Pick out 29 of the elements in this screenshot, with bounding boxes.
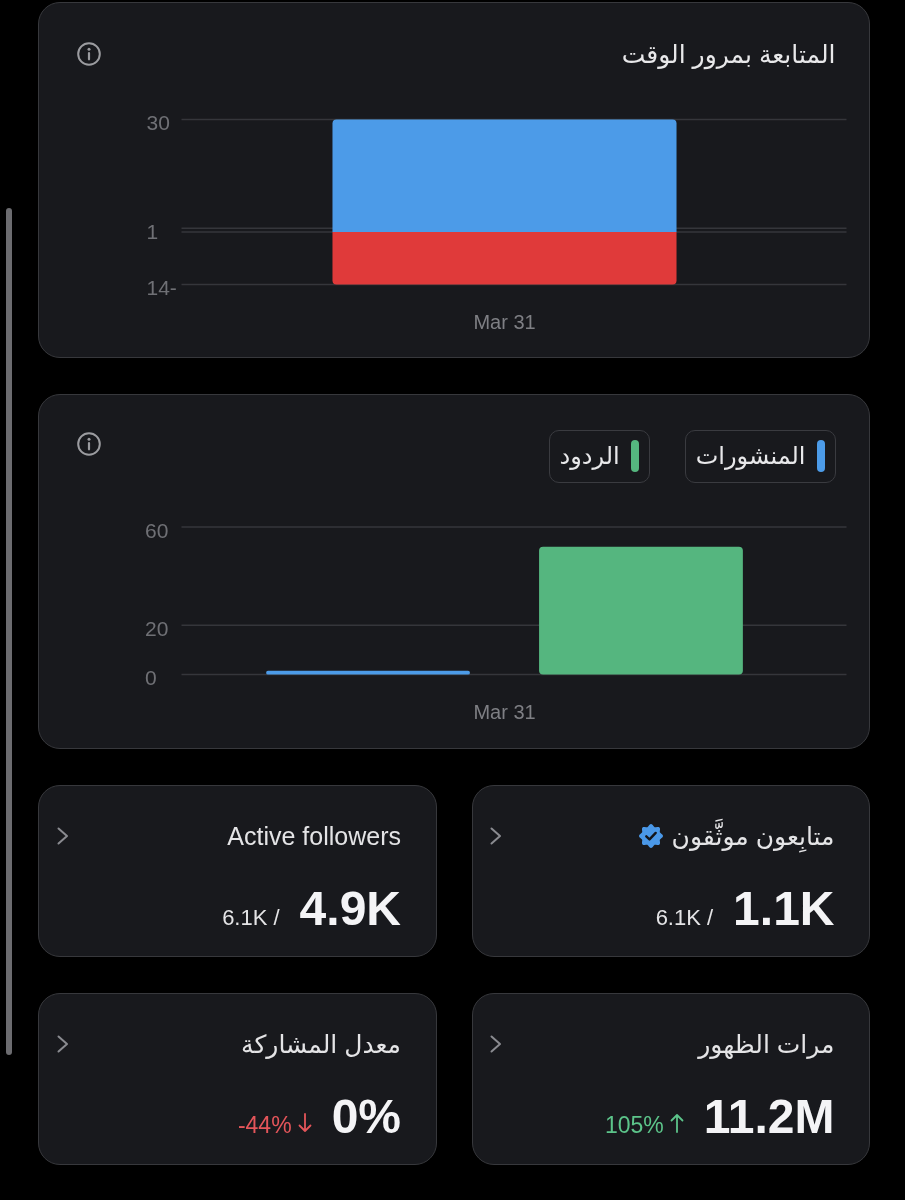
legend-item[interactable]: الردود (548, 429, 650, 483)
chart-title: المتابعة بمرور الوقت (621, 39, 836, 69)
stat-title: مرات الظهور (698, 1029, 835, 1059)
stat-value: 4.9K (299, 885, 401, 933)
stat-value: 11.2M (703, 1093, 835, 1141)
chevron-right-icon[interactable] (490, 827, 502, 845)
chevron-right-icon[interactable] (490, 1035, 502, 1053)
stat-total: 6.1K / (222, 907, 280, 929)
y-axis-label: 60 (145, 518, 169, 541)
stat-value: 0% (331, 1093, 401, 1141)
y-axis-label: 30 (146, 111, 170, 134)
chevron-right-icon[interactable] (56, 827, 69, 845)
stat-title: متابِعون موثَّقون (671, 821, 835, 851)
info-icon[interactable] (76, 42, 101, 66)
stat-change: -44% (237, 1114, 292, 1137)
stat-value: 1.1K (733, 885, 835, 933)
stat-title: Active followers (227, 821, 401, 851)
stat-change: 105% (604, 1114, 664, 1137)
y-axis-label: 20 (145, 616, 169, 640)
stat-total: 6.1K / (655, 907, 714, 929)
info-icon[interactable] (76, 431, 101, 456)
y-axis-label: 1 (146, 219, 159, 243)
y-axis-label: 14- (146, 276, 177, 299)
x-axis-label: Mar 31 (473, 310, 536, 333)
chevron-right-icon[interactable] (56, 1035, 69, 1053)
x-axis-label: Mar 31 (473, 700, 536, 722)
stat-title: معدل المشاركة (241, 1029, 401, 1059)
y-axis-label: 0 (145, 665, 157, 689)
legend-item[interactable]: المنشورات (684, 429, 836, 483)
